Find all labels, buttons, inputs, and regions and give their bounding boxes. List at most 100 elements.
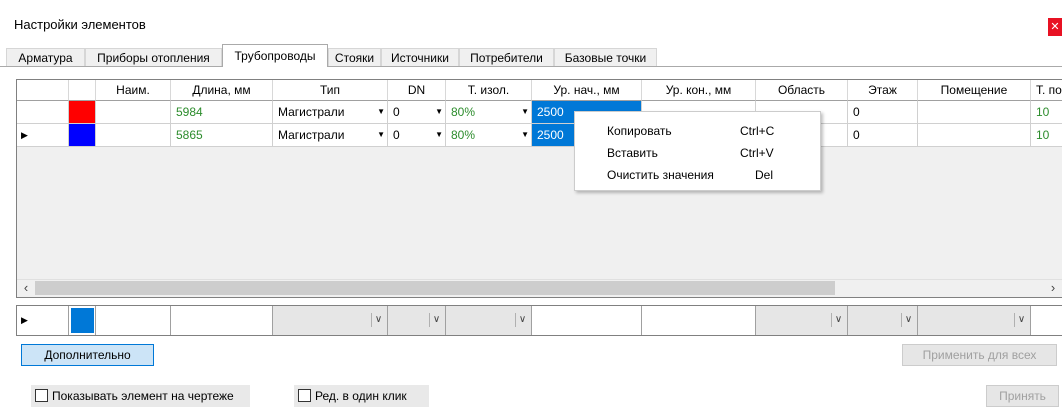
tab-armatura[interactable]: Арматура (6, 48, 85, 66)
filter-name[interactable] (96, 306, 171, 335)
current-row-arrow-icon: ▶ (21, 130, 28, 140)
filter-row[interactable]: ▶ ∨ ∨ ∨ ∨ ∨ ∨ (16, 305, 1062, 336)
cell-type[interactable]: Магистрали ▼ (273, 101, 388, 124)
color-swatch-red (69, 101, 95, 123)
chevron-down-icon[interactable]: ▼ (521, 124, 529, 146)
cell-t[interactable]: 10 (1031, 124, 1062, 147)
tab-risers[interactable]: Стояки (328, 48, 381, 66)
chevron-down-icon[interactable]: ∨ (515, 313, 529, 327)
filter-insulation-combo[interactable]: ∨ (446, 306, 532, 335)
cell-dn[interactable]: 0 ▼ (388, 124, 446, 147)
color-column-header (69, 80, 96, 101)
chevron-down-icon[interactable]: ▼ (377, 124, 385, 146)
filter-room-combo[interactable]: ∨ (918, 306, 1031, 335)
cell-type-value: Магистрали (278, 128, 345, 142)
filter-start-level[interactable] (532, 306, 642, 335)
cell-type[interactable]: Магистрали ▼ (273, 124, 388, 147)
cell-insulation-value: 80% (451, 128, 476, 142)
column-header-start-level[interactable]: Ур. нач., мм (532, 80, 642, 101)
menu-item-paste[interactable]: Вставить Ctrl+V (575, 142, 820, 164)
chevron-down-icon[interactable]: ▼ (521, 101, 529, 123)
cell-t[interactable]: 10 (1031, 101, 1062, 124)
context-menu: Копировать Ctrl+C Вставить Ctrl+V Очистить… (574, 111, 821, 191)
apply-all-button[interactable]: Применить для всех (902, 344, 1057, 366)
chevron-down-icon[interactable]: ∨ (901, 313, 915, 327)
cell-name[interactable] (96, 124, 171, 147)
column-header-length[interactable]: Длина, мм (171, 80, 273, 101)
filter-end-level[interactable] (642, 306, 756, 335)
menu-item-label: Вставить (607, 146, 658, 160)
checkbox-label: Показывать элемент на чертеже (52, 389, 234, 403)
chevron-down-icon[interactable]: ▼ (377, 101, 385, 123)
show-on-drawing-checkbox[interactable]: Показывать элемент на чертеже (31, 385, 250, 407)
menu-item-copy[interactable]: Копировать Ctrl+C (575, 120, 820, 142)
tab-consumers[interactable]: Потребители (459, 48, 554, 66)
tab-pipelines[interactable]: Трубопроводы (222, 44, 328, 67)
tab-sources[interactable]: Источники (381, 48, 459, 66)
row-header[interactable] (17, 101, 69, 124)
menu-item-label: Очистить значения (607, 168, 714, 182)
current-row-arrow-icon: ▶ (21, 315, 28, 325)
column-header-t[interactable]: Т. по (1031, 80, 1062, 101)
tab-base-points[interactable]: Базовые точки (554, 48, 657, 66)
filter-color-cell[interactable] (69, 306, 96, 335)
column-header-type[interactable]: Тип (273, 80, 388, 101)
filter-length[interactable] (171, 306, 273, 335)
tab-heaters[interactable]: Приборы отопления (85, 48, 222, 66)
checkbox-label: Ред. в один клик (315, 389, 407, 403)
filter-color-swatch (71, 308, 94, 333)
chevron-down-icon[interactable]: ∨ (371, 313, 385, 327)
elements-grid[interactable]: Наим. Длина, мм Тип DN Т. изол. Ур. нач.… (16, 79, 1062, 298)
cell-floor[interactable]: 0 (848, 124, 918, 147)
filter-type-combo[interactable]: ∨ (273, 306, 388, 335)
chevron-down-icon[interactable]: ∨ (831, 313, 845, 327)
accept-button[interactable]: Принять (986, 385, 1059, 407)
row-header-current[interactable]: ▶ (17, 124, 69, 147)
cell-insulation[interactable]: 80% ▼ (446, 124, 532, 147)
close-icon[interactable]: ✕ (1048, 18, 1062, 36)
menu-item-shortcut: Ctrl+C (740, 124, 775, 138)
window-title: Настройки элементов (14, 17, 146, 32)
row-header-column (17, 80, 69, 101)
tab-bar: Арматура Приборы отопления Трубопроводы … (6, 44, 1062, 68)
menu-item-clear[interactable]: Очистить значения Del (575, 164, 820, 186)
cell-room[interactable] (918, 101, 1031, 124)
chevron-down-icon[interactable]: ∨ (1014, 313, 1028, 327)
column-header-area[interactable]: Область (756, 80, 848, 101)
scroll-left-icon[interactable]: ‹ (19, 280, 33, 296)
scrollbar-thumb[interactable] (35, 281, 835, 295)
cell-dn[interactable]: 0 ▼ (388, 101, 446, 124)
color-cell[interactable] (69, 101, 96, 124)
chevron-down-icon[interactable]: ▼ (435, 124, 443, 146)
filter-area-combo[interactable]: ∨ (756, 306, 848, 335)
chevron-down-icon[interactable]: ▼ (435, 101, 443, 123)
column-header-name[interactable]: Наим. (96, 80, 171, 101)
cell-room[interactable] (918, 124, 1031, 147)
checkbox-box[interactable] (35, 389, 48, 402)
filter-dn-combo[interactable]: ∨ (388, 306, 446, 335)
menu-item-shortcut: Ctrl+V (740, 146, 774, 160)
color-cell[interactable] (69, 124, 96, 147)
cell-insulation[interactable]: 80% ▼ (446, 101, 532, 124)
column-header-end-level[interactable]: Ур. кон., мм (642, 80, 756, 101)
menu-item-label: Копировать (607, 124, 672, 138)
column-header-floor[interactable]: Этаж (848, 80, 918, 101)
more-button[interactable]: Дополнительно (21, 344, 154, 366)
cell-length[interactable]: 5865 (171, 124, 273, 147)
filter-row-header: ▶ (17, 306, 69, 335)
cell-floor[interactable]: 0 (848, 101, 918, 124)
menu-item-shortcut: Del (755, 168, 774, 182)
column-header-insulation[interactable]: Т. изол. (446, 80, 532, 101)
column-header-dn[interactable]: DN (388, 80, 446, 101)
cell-length[interactable]: 5984 (171, 101, 273, 124)
cell-type-value: Магистрали (278, 105, 345, 119)
cell-dn-value: 0 (393, 128, 400, 142)
filter-t[interactable] (1031, 306, 1062, 335)
cell-name[interactable] (96, 101, 171, 124)
one-click-edit-checkbox[interactable]: Ред. в один клик (294, 385, 429, 407)
checkbox-box[interactable] (298, 389, 311, 402)
chevron-down-icon[interactable]: ∨ (429, 313, 443, 327)
scroll-right-icon[interactable]: › (1046, 280, 1060, 296)
filter-floor-combo[interactable]: ∨ (848, 306, 918, 335)
column-header-room[interactable]: Помещение (918, 80, 1031, 101)
